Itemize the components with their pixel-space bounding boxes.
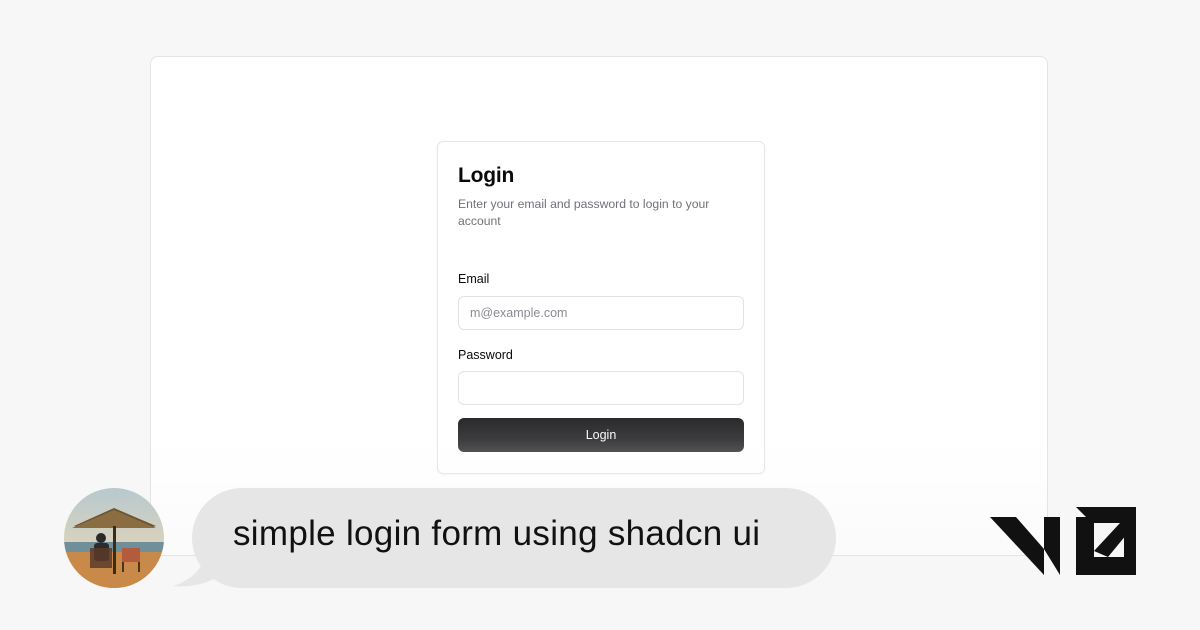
login-card: Login Enter your email and password to l… (437, 141, 765, 474)
card-title: Login (458, 164, 515, 187)
email-label: Email (458, 272, 490, 286)
chat-prompt-text: simple login form using shadcn ui (233, 514, 761, 553)
preview-frame: Login Enter your email and password to l… (150, 56, 1048, 556)
v0-logo-icon (990, 507, 1136, 575)
password-label: Password (458, 348, 513, 362)
login-button[interactable]: Login (458, 418, 744, 452)
user-avatar (64, 488, 164, 588)
password-input[interactable] (458, 371, 744, 405)
card-description: Enter your email and password to login t… (458, 197, 710, 228)
email-input[interactable] (458, 296, 744, 330)
